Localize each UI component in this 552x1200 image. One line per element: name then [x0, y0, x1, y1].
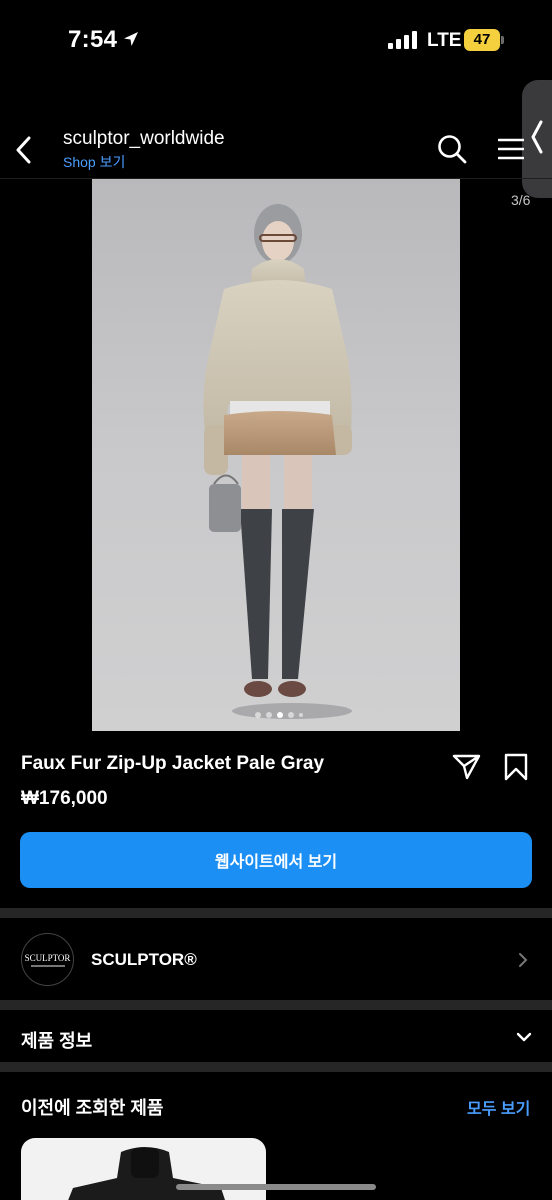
battery-icon: 47 [464, 29, 500, 51]
see-all-link[interactable]: 모두 보기 [467, 1095, 530, 1119]
carousel-dot [288, 712, 294, 718]
home-indicator [176, 1184, 376, 1190]
carousel-dot [255, 712, 261, 718]
section-separator [0, 1062, 552, 1072]
product-info-row[interactable]: 제품 정보 [0, 1010, 552, 1062]
location-arrow-icon [124, 32, 138, 46]
section-separator [0, 1000, 552, 1010]
brand-logo: SCULPTOR [21, 933, 74, 986]
send-icon[interactable] [452, 753, 482, 781]
recently-viewed-title: 이전에 조회한 제품 [21, 1098, 164, 1118]
view-on-website-button[interactable]: 웹사이트에서 보기 [20, 832, 532, 888]
model-illustration [203, 204, 352, 719]
bookmark-icon[interactable] [504, 753, 528, 781]
recent-product-card[interactable] [21, 1138, 266, 1200]
status-bar: 7:54 LTE 47 [0, 0, 552, 90]
brand-logo-underline [30, 964, 65, 967]
recent-product-thumbnail [68, 1147, 225, 1200]
menu-icon[interactable] [498, 138, 524, 160]
search-icon[interactable] [437, 134, 467, 164]
product-info-label: 제품 정보 [21, 1031, 93, 1051]
image-counter: 3/6 [511, 192, 531, 208]
battery-tip [501, 36, 504, 44]
product-price: ₩176,000 [21, 788, 108, 809]
battery-level: 47 [473, 31, 491, 48]
back-arrow-icon[interactable] [14, 136, 34, 164]
chevron-right-icon [519, 953, 528, 967]
account-name[interactable]: sculptor_worldwide [63, 128, 225, 150]
network-type: LTE [427, 30, 462, 51]
carousel-dot [266, 712, 272, 718]
brand-name: SCULPTOR® [91, 950, 197, 969]
chevron-down-icon [516, 1032, 532, 1042]
brand-row[interactable]: SCULPTOR SCULPTOR® [0, 918, 552, 1000]
carousel-dots [255, 712, 303, 718]
carousel-dot [299, 713, 303, 717]
shop-link[interactable]: Shop 보기 [63, 152, 125, 172]
product-name: Faux Fur Zip-Up Jacket Pale Gray [21, 753, 325, 774]
section-separator [0, 908, 552, 918]
profile-header: sculptor_worldwide Shop 보기 [0, 118, 552, 178]
carousel-dot-active [277, 712, 283, 718]
brand-logo-text: SCULPTOR [24, 952, 71, 963]
product-image[interactable] [92, 179, 460, 731]
cellular-signal-icon [388, 31, 417, 49]
status-time: 7:54 [68, 26, 118, 53]
